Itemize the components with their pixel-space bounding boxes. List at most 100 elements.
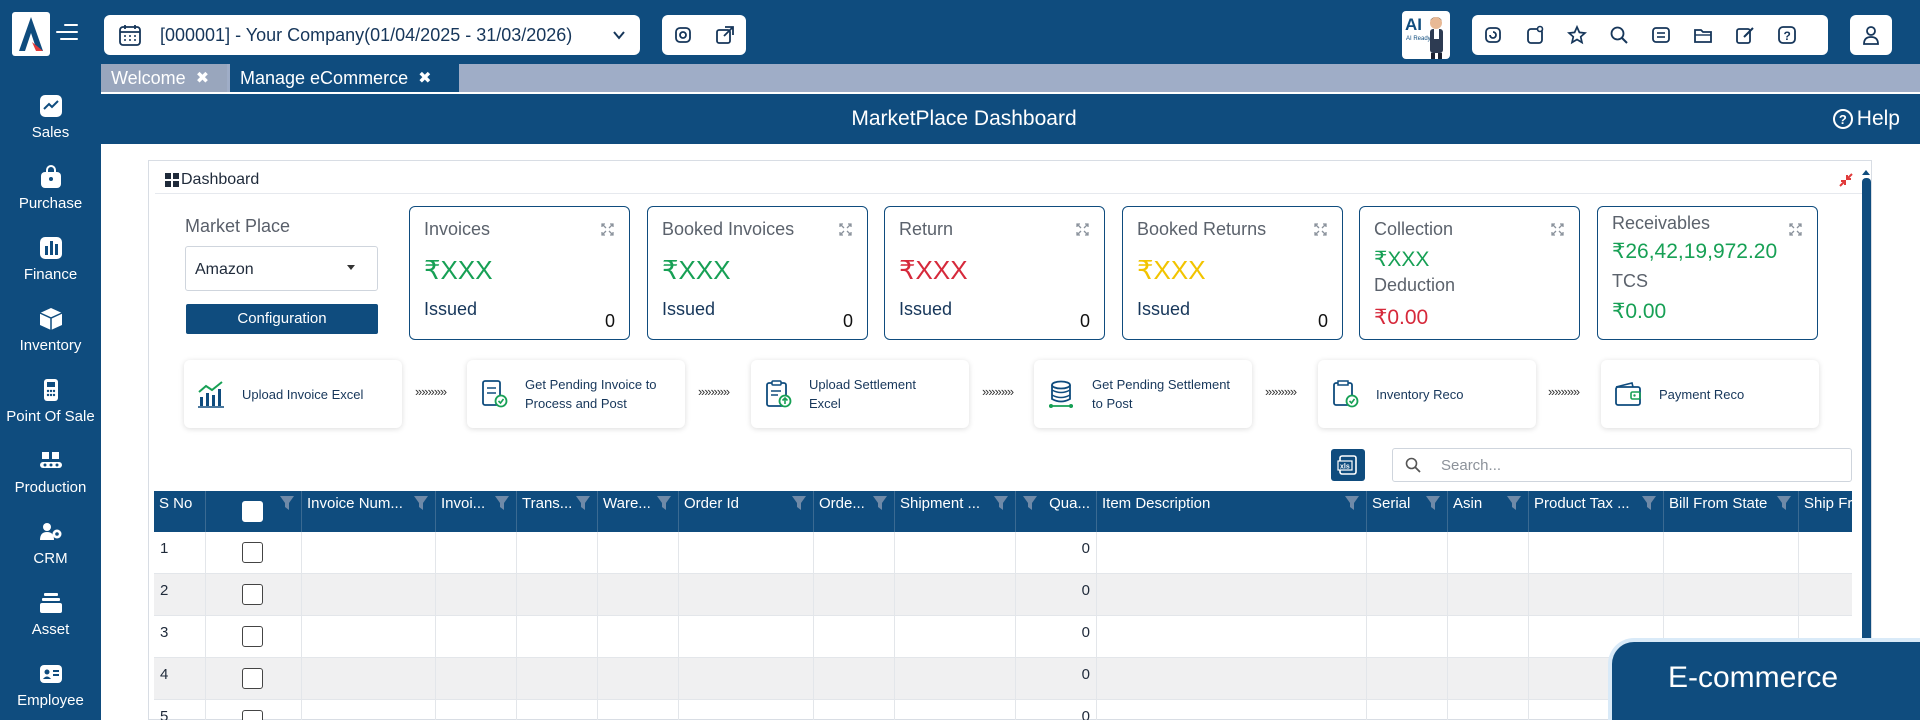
close-icon[interactable]: ✖ bbox=[196, 68, 209, 88]
filter-icon[interactable] bbox=[1344, 495, 1360, 511]
filter-icon[interactable] bbox=[872, 495, 888, 511]
external-window-icon[interactable] bbox=[715, 25, 735, 45]
folder-icon[interactable] bbox=[1693, 25, 1713, 45]
table-row[interactable]: 1 0 bbox=[154, 532, 1852, 574]
sidebar-item-employee[interactable]: Employee bbox=[0, 662, 101, 709]
company-selector[interactable]: [000001] - Your Company(01/04/2025 - 31/… bbox=[104, 15, 640, 55]
filter-icon[interactable] bbox=[1506, 495, 1522, 511]
quick-actions bbox=[662, 15, 746, 55]
table-row[interactable]: 3 0 bbox=[154, 616, 1852, 658]
column-header[interactable]: Trans... bbox=[517, 491, 598, 532]
export-excel-button[interactable]: xls bbox=[1331, 449, 1365, 481]
invoices-card[interactable]: Invoices ₹XXX Issued 0 bbox=[409, 206, 630, 340]
collection-card[interactable]: Collection ₹XXX Deduction ₹0.00 bbox=[1359, 206, 1580, 340]
row-checkbox[interactable] bbox=[242, 710, 263, 720]
marketplace-select[interactable]: Amazon bbox=[185, 246, 378, 291]
column-header[interactable]: Orde... bbox=[814, 491, 895, 532]
payment-reco-step[interactable]: Payment Reco bbox=[1601, 360, 1819, 428]
page-header: MarketPlace Dashboard ? Help bbox=[101, 94, 1920, 144]
filter-icon[interactable] bbox=[993, 495, 1009, 511]
tab-bar: Welcome ✖ Manage eCommerce ✖ bbox=[101, 64, 1920, 92]
filter-icon[interactable] bbox=[1425, 495, 1441, 511]
column-header[interactable]: Ware... bbox=[598, 491, 679, 532]
close-icon[interactable]: ✖ bbox=[418, 68, 431, 88]
configuration-button[interactable]: Configuration bbox=[186, 304, 378, 334]
get-pending-settlement-step[interactable]: Get Pending Settlement to Post bbox=[1034, 360, 1252, 428]
table-row[interactable]: 5 0 bbox=[154, 700, 1852, 720]
column-header[interactable]: Invoi... bbox=[436, 491, 517, 532]
table-row[interactable]: 4 0 bbox=[154, 658, 1852, 700]
sidebar-item-crm[interactable]: CRM bbox=[0, 520, 101, 567]
help-icon[interactable]: ? bbox=[1777, 25, 1797, 45]
row-checkbox[interactable] bbox=[242, 542, 263, 563]
row-checkbox[interactable] bbox=[242, 626, 263, 647]
sidebar-item-finance[interactable]: Finance bbox=[0, 236, 101, 283]
expand-icon[interactable] bbox=[1789, 223, 1802, 236]
expand-icon[interactable] bbox=[1551, 223, 1564, 236]
sidebar-item-asset[interactable]: Asset bbox=[0, 591, 101, 638]
tab-manage-ecommerce[interactable]: Manage eCommerce ✖ bbox=[230, 64, 459, 92]
column-header[interactable]: Order Id bbox=[679, 491, 814, 532]
filter-icon[interactable] bbox=[279, 495, 295, 511]
tab-welcome[interactable]: Welcome ✖ bbox=[101, 64, 227, 92]
external-window-icon[interactable] bbox=[1525, 25, 1545, 45]
column-header[interactable]: Asin bbox=[1448, 491, 1529, 532]
inventory-reco-step[interactable]: Inventory Reco bbox=[1318, 360, 1536, 428]
filter-icon[interactable] bbox=[1022, 495, 1038, 511]
sidebar-item-production[interactable]: Production bbox=[0, 449, 101, 496]
star-icon[interactable] bbox=[1567, 25, 1587, 45]
collapse-icon[interactable] bbox=[1839, 173, 1853, 187]
menu-toggle-icon[interactable] bbox=[56, 24, 78, 42]
shopping-bag-icon bbox=[40, 165, 61, 188]
search-input[interactable] bbox=[1441, 456, 1821, 474]
row-checkbox[interactable] bbox=[242, 584, 263, 605]
sidebar-item-point-of-sale[interactable]: Point Of Sale bbox=[0, 378, 101, 425]
edit-icon[interactable] bbox=[1735, 25, 1755, 45]
column-header[interactable]: Shipment ... bbox=[895, 491, 1016, 532]
sidebar-item-sales[interactable]: Sales bbox=[0, 94, 101, 141]
column-header[interactable]: S No bbox=[154, 491, 206, 532]
column-header[interactable]: Serial bbox=[1367, 491, 1448, 532]
svg-text:xls: xls bbox=[1340, 464, 1350, 471]
sidebar-item-inventory[interactable]: Inventory bbox=[0, 307, 101, 354]
refresh-icon[interactable] bbox=[673, 25, 693, 45]
booked-invoices-card[interactable]: Booked Invoices ₹XXX Issued 0 bbox=[647, 206, 868, 340]
svg-text:AI: AI bbox=[1405, 15, 1422, 34]
app-logo[interactable] bbox=[12, 12, 50, 56]
expand-icon[interactable] bbox=[601, 223, 614, 236]
column-header[interactable]: Invoice Num... bbox=[302, 491, 436, 532]
refresh-icon[interactable] bbox=[1483, 25, 1503, 45]
column-header[interactable]: Qua... bbox=[1016, 491, 1097, 532]
user-menu[interactable] bbox=[1850, 15, 1892, 55]
expand-icon[interactable] bbox=[1314, 223, 1327, 236]
get-pending-invoice-step[interactable]: Get Pending Invoice to Process and Post bbox=[467, 360, 685, 428]
row-checkbox[interactable] bbox=[242, 668, 263, 689]
filter-icon[interactable] bbox=[791, 495, 807, 511]
help-button[interactable]: ? Help bbox=[1832, 107, 1900, 131]
caret-down-icon bbox=[347, 265, 355, 270]
sidebar-item-purchase[interactable]: Purchase bbox=[0, 165, 101, 212]
expand-icon[interactable] bbox=[1076, 223, 1089, 236]
return-card[interactable]: Return ₹XXX Issued 0 bbox=[884, 206, 1105, 340]
filter-icon[interactable] bbox=[656, 495, 672, 511]
filter-icon[interactable] bbox=[494, 495, 510, 511]
column-header[interactable]: Ship Fr bbox=[1799, 491, 1852, 532]
column-header[interactable]: Product Tax ... bbox=[1529, 491, 1664, 532]
column-header[interactable]: Bill From State bbox=[1664, 491, 1799, 532]
filter-icon[interactable] bbox=[413, 495, 429, 511]
select-all-checkbox[interactable] bbox=[242, 501, 263, 522]
receivables-card[interactable]: Receivables ₹26,42,19,972.20 TCS ₹0.00 bbox=[1597, 206, 1818, 340]
booked-returns-card[interactable]: Booked Returns ₹XXX Issued 0 bbox=[1122, 206, 1343, 340]
search-icon[interactable] bbox=[1609, 25, 1629, 45]
ai-ready-badge[interactable]: AI AI Ready bbox=[1402, 11, 1450, 59]
filter-icon[interactable] bbox=[1776, 495, 1792, 511]
expand-icon[interactable] bbox=[839, 223, 852, 236]
filter-icon[interactable] bbox=[575, 495, 591, 511]
upload-invoice-excel-step[interactable]: Upload Invoice Excel bbox=[184, 360, 402, 428]
settings-icon[interactable] bbox=[1651, 25, 1671, 45]
upload-settlement-excel-step[interactable]: Upload Settlement Excel bbox=[751, 360, 969, 428]
column-header[interactable]: Item Description bbox=[1097, 491, 1367, 532]
table-row[interactable]: 2 0 bbox=[154, 574, 1852, 616]
filter-icon[interactable] bbox=[1641, 495, 1657, 511]
panel-title: Dashboard bbox=[181, 170, 260, 188]
